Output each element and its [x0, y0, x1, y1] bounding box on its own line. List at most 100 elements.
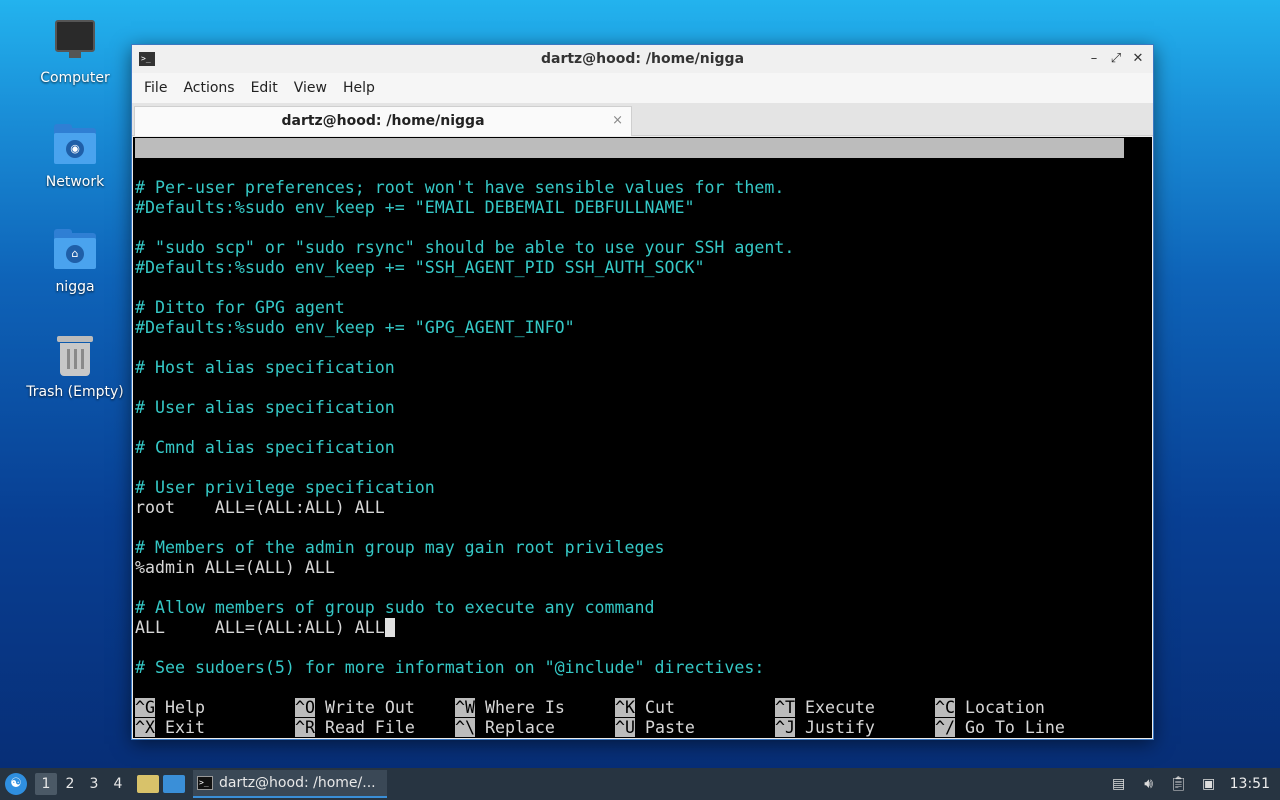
home-folder-icon: ⌂ — [51, 227, 99, 275]
nano-version: GNU nano 6.2 — [155, 158, 275, 177]
nano-shortcut: ^X Exit — [135, 718, 205, 738]
file-manager-icon[interactable] — [137, 775, 159, 793]
terminal-icon: >_ — [197, 776, 213, 790]
nano-shortcut: ^T Execute — [775, 698, 875, 718]
nano-shortcut: ^W Where Is — [455, 698, 565, 718]
volume-icon[interactable]: 🔊︎ — [1140, 775, 1158, 793]
workspace-1[interactable]: 1 — [35, 773, 57, 795]
nano-line-text: #Defaults:%sudo env_keep += "GPG_AGENT_I… — [135, 318, 575, 337]
shortcut-key: ^G — [135, 698, 155, 717]
shortcut-key: ^J — [775, 718, 795, 737]
keyboard-icon[interactable]: ▤ — [1110, 775, 1128, 793]
nano-line: %admin ALL=(ALL) ALL — [135, 558, 335, 578]
nano-line: # "sudo scp" or "sudo rsync" should be a… — [135, 238, 794, 258]
trash-icon — [51, 332, 99, 380]
desktop-icon-home[interactable]: ⌂ nigga — [20, 227, 130, 295]
menu-help[interactable]: Help — [335, 80, 383, 96]
workspace-3[interactable]: 3 — [83, 773, 105, 795]
close-button[interactable]: ✕ — [1129, 50, 1147, 68]
nano-line-text: # Ditto for GPG agent — [135, 298, 345, 317]
nano-header: GNU nano 6.2 /etc/sudoers * — [135, 138, 1124, 197]
desktop-icon-label: Network — [45, 174, 105, 190]
nano-line: #Defaults:%sudo env_keep += "EMAIL DEBEM… — [135, 198, 694, 218]
menu-edit[interactable]: Edit — [243, 80, 286, 96]
nano-line-text: # Allow members of group sudo to execute… — [135, 598, 655, 617]
window-title: dartz@hood: /home/nigga — [540, 51, 745, 67]
desktop-icon-label: nigga — [55, 279, 95, 295]
show-desktop-icon[interactable] — [163, 775, 185, 793]
shortcut-label: Execute — [794, 698, 875, 717]
shortcut-label: Help — [154, 698, 205, 717]
terminal-area[interactable]: GNU nano 6.2 /etc/sudoers * # Per-user p… — [133, 137, 1152, 738]
taskbar: ☯ 1 2 3 4 >_ dartz@hood: /home/... ▤ 🔊︎ … — [0, 768, 1280, 800]
nano-line-text: # User alias specification — [135, 398, 395, 417]
desktop-icon-computer[interactable]: Computer — [20, 18, 130, 86]
desktop-icon-trash[interactable]: Trash (Empty) — [20, 332, 130, 400]
nano-line-text: ALL ALL=(ALL:ALL) ALL — [135, 618, 385, 637]
nano-line-text: # Per-user preferences; root won't have … — [135, 178, 785, 197]
menu-view[interactable]: View — [286, 80, 335, 96]
nano-line-text: root ALL=(ALL:ALL) ALL — [135, 498, 385, 517]
shortcut-label: Write Out — [314, 698, 415, 717]
shortcut-label: Location — [954, 698, 1045, 717]
nano-shortcut: ^/ Go To Line — [935, 718, 1065, 738]
nano-shortcut: ^K Cut — [615, 698, 675, 718]
start-menu-icon[interactable]: ☯ — [5, 773, 27, 795]
shortcut-label: Go To Line — [954, 718, 1065, 737]
nano-line-text: # "sudo scp" or "sudo rsync" should be a… — [135, 238, 795, 257]
system-tray: ▤ 🔊︎ 📋︎ ▣ 13:51 — [1110, 775, 1270, 793]
nano-line-text: # User privilege specification — [135, 478, 435, 497]
desktop-icon-network[interactable]: ◉ Network — [20, 122, 130, 190]
tab-close-icon[interactable]: × — [612, 113, 623, 128]
nano-shortcut: ^U Paste — [615, 718, 695, 738]
clipboard-icon[interactable]: 📋︎ — [1170, 775, 1188, 793]
shortcut-label: Read File — [314, 718, 415, 737]
nano-line-text: #Defaults:%sudo env_keep += "SSH_AGENT_P… — [135, 258, 705, 277]
taskbar-item-terminal[interactable]: >_ dartz@hood: /home/... — [193, 770, 387, 798]
text-cursor — [384, 618, 395, 637]
shortcut-key: ^X — [135, 718, 155, 737]
nano-line-text: # See sudoers(5) for more information on… — [135, 658, 765, 677]
terminal-icon: >_ — [139, 52, 155, 66]
desktop-icon-label: Computer — [40, 70, 110, 86]
nano-line: # Cmnd alias specification — [135, 438, 395, 458]
nano-shortcut: ^C Location — [935, 698, 1045, 718]
menu-actions[interactable]: Actions — [175, 80, 242, 96]
shortcut-label: Replace — [474, 718, 555, 737]
nano-line-text: %admin ALL=(ALL) ALL — [135, 558, 335, 577]
minimize-button[interactable]: – — [1085, 50, 1103, 68]
terminal-tab[interactable]: dartz@hood: /home/nigga × — [134, 106, 632, 136]
nano-line: # User privilege specification — [135, 478, 435, 498]
network-icon[interactable]: ▣ — [1200, 775, 1218, 793]
nano-shortcut: ^R Read File — [295, 718, 415, 738]
shortcut-key: ^R — [295, 718, 315, 737]
nano-line-text: # Cmnd alias specification — [135, 438, 395, 457]
network-folder-icon: ◉ — [51, 122, 99, 170]
tab-label: dartz@hood: /home/nigga — [281, 113, 485, 129]
clock[interactable]: 13:51 — [1230, 776, 1270, 792]
nano-line: root ALL=(ALL:ALL) ALL — [135, 498, 385, 518]
nano-shortcut: ^O Write Out — [295, 698, 415, 718]
workspace-2[interactable]: 2 — [59, 773, 81, 795]
nano-line: #Defaults:%sudo env_keep += "GPG_AGENT_I… — [135, 318, 575, 338]
shortcut-key: ^T — [775, 698, 795, 717]
shortcut-label: Justify — [794, 718, 875, 737]
shortcut-key: ^W — [455, 698, 475, 717]
menu-file[interactable]: File — [136, 80, 175, 96]
shortcut-key: ^C — [935, 698, 955, 717]
shortcut-key: ^K — [615, 698, 635, 717]
maximize-button[interactable]: ⤢ — [1107, 50, 1125, 68]
taskbar-item-label: dartz@hood: /home/... — [219, 775, 376, 791]
nano-shortcut: ^J Justify — [775, 718, 875, 738]
nano-line: # Host alias specification — [135, 358, 395, 378]
nano-line-text: # Members of the admin group may gain ro… — [135, 538, 665, 557]
shortcut-label: Where Is — [474, 698, 565, 717]
workspace-4[interactable]: 4 — [107, 773, 129, 795]
shortcut-key: ^/ — [935, 718, 955, 737]
nano-line-text: #Defaults:%sudo env_keep += "EMAIL DEBEM… — [135, 198, 695, 217]
nano-line: ALL ALL=(ALL:ALL) ALL — [135, 618, 395, 638]
nano-line: # User alias specification — [135, 398, 395, 418]
terminal-window: >_ dartz@hood: /home/nigga – ⤢ ✕ File Ac… — [131, 44, 1154, 740]
window-titlebar[interactable]: >_ dartz@hood: /home/nigga – ⤢ ✕ — [132, 45, 1153, 73]
tab-bar: dartz@hood: /home/nigga × — [132, 103, 1153, 136]
